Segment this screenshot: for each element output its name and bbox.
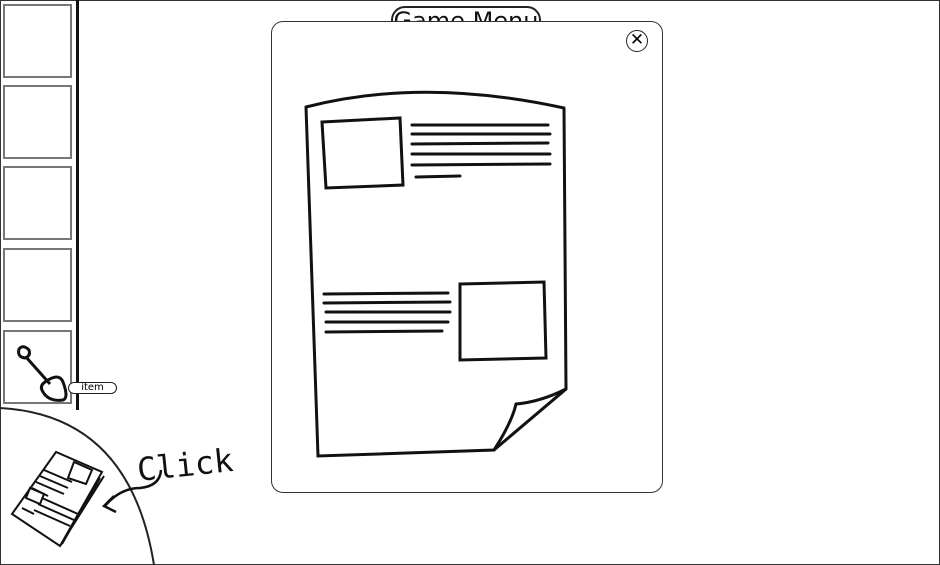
- inventory-slot-1[interactable]: [3, 4, 72, 78]
- inventory-slot-5[interactable]: [3, 330, 72, 404]
- inventory-slot-2[interactable]: [3, 85, 72, 159]
- newspaper-icon[interactable]: [8, 448, 108, 553]
- newspaper-modal: ✕: [271, 21, 663, 493]
- inventory-divider: [76, 0, 79, 410]
- item-tooltip: item: [68, 382, 117, 394]
- newspaper-large-icon: [304, 90, 568, 458]
- inventory-slot-4[interactable]: [3, 248, 72, 322]
- inventory-slot-3[interactable]: [3, 166, 72, 240]
- shovel-icon[interactable]: [5, 332, 74, 406]
